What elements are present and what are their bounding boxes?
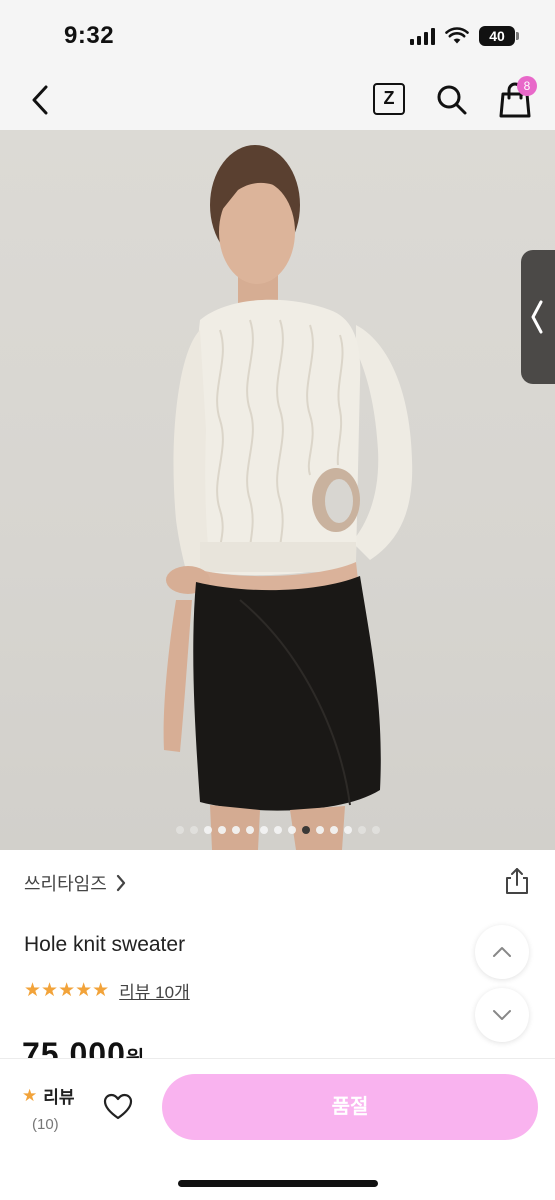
scroll-down-button[interactable] [475,988,529,1042]
brand-name: 쓰리타임즈 [24,874,107,894]
carousel-dot[interactable] [357,826,366,834]
scroll-up-button[interactable] [475,925,529,979]
wishlist-button[interactable] [102,1091,134,1123]
cart-count-badge: 8 [517,76,537,96]
carousel-dot[interactable] [315,826,324,834]
wifi-icon [445,27,469,44]
bottom-review-count: (10) [32,1116,59,1133]
share-button[interactable] [503,866,531,896]
carousel-dot[interactable] [259,826,268,834]
product-photo [163,145,413,850]
review-count-link[interactable]: 리뷰 10개 [119,978,190,1003]
status-bar: 9:32 40 [0,0,555,70]
carousel-dot[interactable] [189,826,198,834]
product-price: 75,000원 [22,1036,145,1060]
price-value: 75,000 [22,1036,126,1060]
z-icon[interactable]: Z [373,83,405,115]
heart-icon [103,1093,133,1120]
carousel-dot[interactable] [175,826,184,834]
bottom-review-summary[interactable]: ★ 리뷰 (10) [22,1083,75,1134]
chevron-right-icon [116,874,125,892]
home-indicator [178,1180,378,1187]
carousel-dot[interactable] [217,826,226,834]
search-button[interactable] [434,82,470,118]
carousel-dot-active[interactable] [301,826,310,834]
chevron-up-icon [493,947,511,957]
rating-row: ★★★★★ 리뷰 10개 [24,978,190,1003]
rating-stars-icon: ★★★★★ [24,980,110,1001]
share-icon [506,868,528,894]
back-button[interactable] [22,80,58,120]
star-icon: ★ [22,1085,38,1105]
back-chevron-icon [32,85,48,115]
status-time: 9:32 [64,22,115,49]
signal-icon [410,27,435,45]
bottom-action-bar: ★ 리뷰 (10) 품절 [0,1058,555,1200]
carousel-dot[interactable] [371,826,380,834]
product-image[interactable] [0,130,555,850]
carousel-pagination [0,826,555,834]
chevron-down-icon [493,1010,511,1020]
carousel-dot[interactable] [245,826,254,834]
search-icon [437,85,467,115]
bottom-review-label: 리뷰 [43,1088,75,1107]
carousel-dot[interactable] [287,826,296,834]
carousel-dot[interactable] [203,826,212,834]
nav-bar: Z [0,70,555,130]
carousel-dot[interactable] [343,826,352,834]
side-panel-tab[interactable] [521,250,555,384]
battery-icon: 40 [479,26,519,46]
carousel-dot[interactable] [273,826,282,834]
carousel-dot[interactable] [231,826,240,834]
product-name: Hole knit sweater [24,933,186,956]
status-icons: 40 [410,26,519,46]
chevron-left-icon [531,300,543,334]
soldout-button[interactable]: 품절 [162,1074,538,1140]
carousel-dot[interactable] [329,826,338,834]
brand-link[interactable]: 쓰리타임즈 [24,870,127,896]
